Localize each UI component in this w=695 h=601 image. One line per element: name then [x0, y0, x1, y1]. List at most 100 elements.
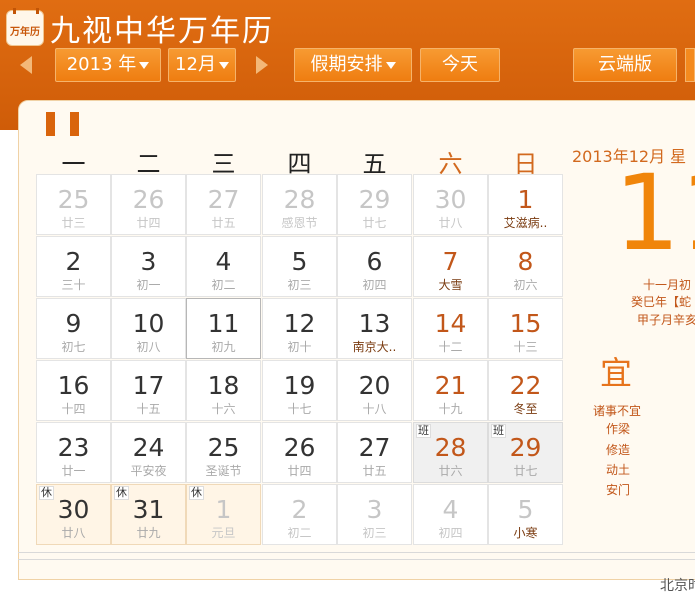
day-cell[interactable]: 16 十四: [36, 360, 111, 421]
year-select-label: 2013 年: [66, 54, 137, 75]
day-cell[interactable]: 4 初二: [186, 236, 261, 297]
lunar-label: 圣诞节: [205, 464, 242, 478]
month-select[interactable]: 12月: [168, 48, 236, 82]
day-number: 20: [358, 371, 391, 400]
weekday-label: 日: [513, 150, 538, 178]
day-cell[interactable]: 28 感恩节: [262, 174, 337, 235]
lunar-label: 小寒: [513, 526, 538, 540]
more-button-edge[interactable]: [685, 48, 695, 82]
lunar-label: 十五: [136, 402, 161, 416]
day-number: 19: [283, 371, 316, 400]
day-cell[interactable]: 24 平安夜: [111, 422, 186, 483]
day-cell[interactable]: 休 31 廿九: [111, 484, 186, 545]
day-cell[interactable]: 11 初九: [186, 298, 261, 359]
day-cell[interactable]: 27 廿五: [186, 174, 261, 235]
day-cell[interactable]: 17 十五: [111, 360, 186, 421]
day-cell[interactable]: 2 初二: [262, 484, 337, 545]
month-select-label: 12月: [175, 54, 216, 75]
day-number: 10: [132, 309, 165, 338]
day-number: 14: [434, 309, 467, 338]
lunar-label: 初一: [136, 278, 161, 292]
lunar-label: 廿七: [513, 464, 538, 478]
calendar-logo-icon: 万年历: [6, 8, 44, 46]
lunar-label: 元旦: [211, 526, 236, 540]
day-cell[interactable]: 8 初六: [488, 236, 563, 297]
lunar-year: 癸巳年【蛇: [631, 295, 692, 309]
lunar-label: 初九: [211, 340, 236, 354]
day-cell[interactable]: 2 三十: [36, 236, 111, 297]
day-cell[interactable]: 休 1 元旦: [186, 484, 261, 545]
day-cell[interactable]: 9 初七: [36, 298, 111, 359]
year-select[interactable]: 2013 年: [55, 48, 161, 82]
day-cell[interactable]: 14 十二: [413, 298, 488, 359]
day-number: 11: [207, 309, 240, 338]
day-cell[interactable]: 30 廿八: [413, 174, 488, 235]
lunar-label: 十四: [61, 402, 86, 416]
day-number: 30: [57, 495, 90, 524]
day-cell[interactable]: 27 廿五: [337, 422, 412, 483]
day-cell[interactable]: 休 30 廿八: [36, 484, 111, 545]
lunar-label: 十八: [362, 402, 387, 416]
day-cell[interactable]: 25 廿三: [36, 174, 111, 235]
day-cell[interactable]: 26 廿四: [111, 174, 186, 235]
day-cell[interactable]: 20 十八: [337, 360, 412, 421]
next-month-icon[interactable]: [256, 56, 268, 74]
day-cell[interactable]: 26 廿四: [262, 422, 337, 483]
lunar-label: 初三: [362, 526, 387, 540]
day-cell[interactable]: 23 廿一: [36, 422, 111, 483]
day-cell[interactable]: 3 初一: [111, 236, 186, 297]
lunar-label: 艾滋病..: [503, 216, 548, 230]
lunar-label: 廿五: [362, 464, 387, 478]
day-number: 23: [57, 433, 90, 462]
day-number: 3: [366, 495, 383, 524]
holiday-schedule-select[interactable]: 假期安排: [294, 48, 412, 82]
day-cell[interactable]: 21 十九: [413, 360, 488, 421]
day-number: 24: [132, 433, 165, 462]
day-cell[interactable]: 15 十三: [488, 298, 563, 359]
lunar-label: 十六: [211, 402, 236, 416]
day-cell[interactable]: 5 小寒: [488, 484, 563, 545]
day-number: 27: [358, 433, 391, 462]
day-cell[interactable]: 3 初三: [337, 484, 412, 545]
yi-item: 诸事不宜: [593, 404, 642, 418]
day-cell[interactable]: 22 冬至: [488, 360, 563, 421]
lunar-label: 感恩节: [281, 216, 318, 230]
day-cell[interactable]: 1 艾滋病..: [488, 174, 563, 235]
lunar-label: 初四: [438, 526, 463, 540]
day-number: 26: [132, 185, 165, 214]
lunar-label: 冬至: [513, 402, 538, 416]
lunar-label: 初二: [211, 278, 236, 292]
pause-icon[interactable]: [70, 112, 79, 136]
day-cell[interactable]: 7 大雪: [413, 236, 488, 297]
weekday-label: 五: [362, 150, 387, 178]
day-cell[interactable]: 13 南京大..: [337, 298, 412, 359]
day-cell[interactable]: 10 初八: [111, 298, 186, 359]
day-cell[interactable]: 18 十六: [186, 360, 261, 421]
pause-icon[interactable]: [46, 112, 55, 136]
day-cell[interactable]: 12 初十: [262, 298, 337, 359]
yi-item: 安门: [606, 483, 631, 497]
holiday-select-label: 假期安排: [310, 54, 383, 75]
day-cell[interactable]: 25 圣诞节: [186, 422, 261, 483]
today-button[interactable]: 今天: [420, 48, 500, 82]
prev-month-icon[interactable]: [20, 56, 32, 74]
day-cell[interactable]: 5 初三: [262, 236, 337, 297]
cloud-version-button[interactable]: 云端版: [573, 48, 677, 82]
day-cell[interactable]: 29 廿七: [337, 174, 412, 235]
day-cell[interactable]: 班 29 廿七: [488, 422, 563, 483]
logo-text: 万年历: [10, 27, 40, 38]
day-number: 31: [132, 495, 165, 524]
lunar-label: 初六: [513, 278, 538, 292]
day-cell[interactable]: 6 初四: [337, 236, 412, 297]
weekday-label: 一: [61, 150, 86, 178]
day-number: 27: [207, 185, 240, 214]
day-cell[interactable]: 19 十七: [262, 360, 337, 421]
lunar-label: 初三: [287, 278, 312, 292]
day-number: 4: [442, 495, 459, 524]
day-cell[interactable]: 4 初四: [413, 484, 488, 545]
lunar-label: 南京大..: [352, 340, 397, 354]
lunar-label: 三十: [61, 278, 86, 292]
lunar-label: 廿四: [136, 216, 161, 230]
day-cell[interactable]: 班 28 廿六: [413, 422, 488, 483]
lunar-label: 十九: [438, 402, 463, 416]
